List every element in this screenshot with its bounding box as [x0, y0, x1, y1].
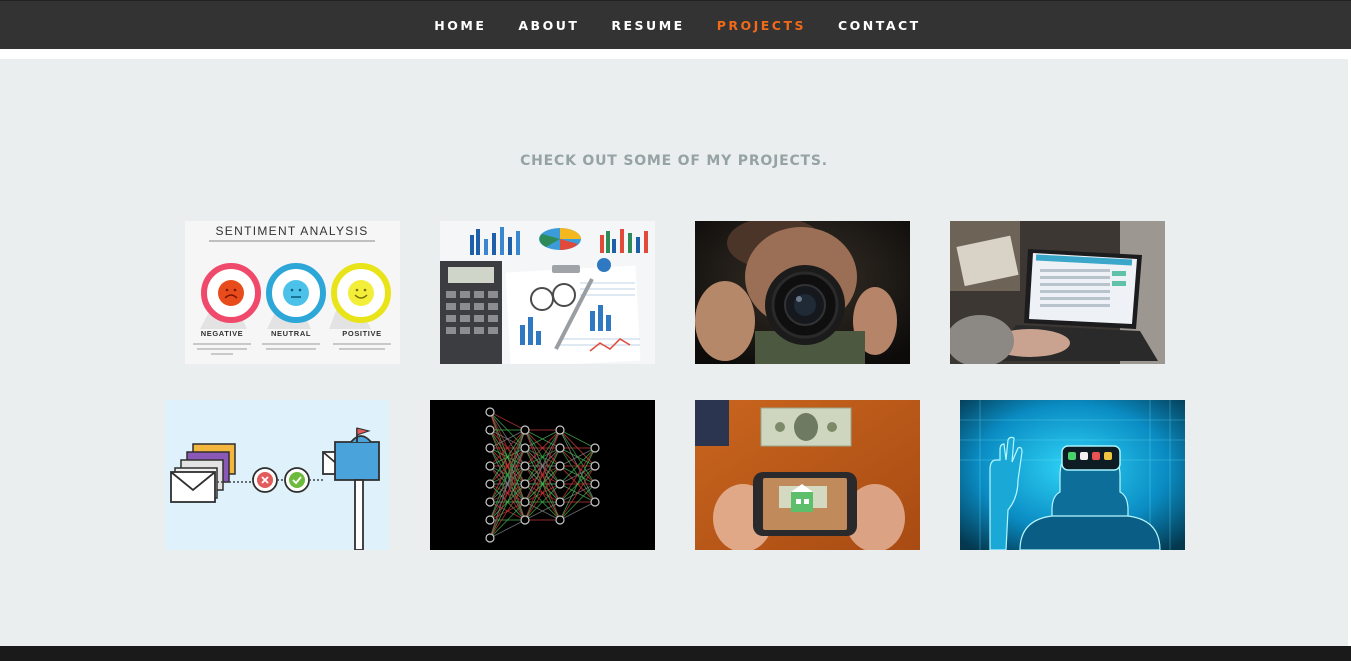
- project-tile-sentiment[interactable]: SENTIMENT ANALYSIS NEGATIVE NEUTRAL POSI…: [185, 221, 400, 364]
- project-tile-augmented-reality[interactable]: [695, 400, 920, 550]
- project-tile-neural-network[interactable]: [430, 400, 655, 550]
- project-tile-photography[interactable]: [695, 221, 910, 364]
- laptop-dashboard-thumbnail: [950, 221, 1165, 364]
- project-tile-data-analysis[interactable]: [440, 221, 655, 364]
- augmented-reality-phone-thumbnail: [695, 400, 920, 550]
- photographer-camera-thumbnail: [695, 221, 910, 364]
- positive-label: POSITIVE: [342, 329, 381, 338]
- nav-item-about[interactable]: ABOUT: [518, 18, 579, 33]
- sentiment-analysis-thumbnail: SENTIMENT ANALYSIS NEGATIVE NEUTRAL POSI…: [185, 221, 400, 364]
- neutral-label: NEUTRAL: [271, 329, 311, 338]
- footer-bar: [0, 646, 1351, 661]
- sentiment-heading: SENTIMENT ANALYSIS: [216, 224, 369, 238]
- virtual-reality-headset-thumbnail: [960, 400, 1185, 550]
- nav-item-home[interactable]: HOME: [434, 18, 486, 33]
- negative-label: NEGATIVE: [201, 329, 244, 338]
- section-title: CHECK OUT SOME OF MY PROJECTS.: [520, 153, 828, 169]
- email-spam-filter-thumbnail: [165, 400, 389, 550]
- nav-menu: HOME ABOUT RESUME PROJECTS CONTACT: [0, 1, 1351, 49]
- nav-item-contact[interactable]: CONTACT: [838, 18, 921, 33]
- data-analysis-charts-thumbnail: [440, 221, 655, 364]
- project-tile-laptop[interactable]: [950, 221, 1165, 364]
- project-tile-virtual-reality[interactable]: [960, 400, 1185, 550]
- nav-item-projects[interactable]: PROJECTS: [717, 18, 806, 33]
- nav-item-resume[interactable]: RESUME: [611, 18, 684, 33]
- project-tile-email[interactable]: [165, 400, 389, 550]
- top-navigation-bar: HOME ABOUT RESUME PROJECTS CONTACT: [0, 0, 1351, 49]
- nav-spacer: [0, 49, 1351, 59]
- neural-network-thumbnail: [430, 400, 655, 550]
